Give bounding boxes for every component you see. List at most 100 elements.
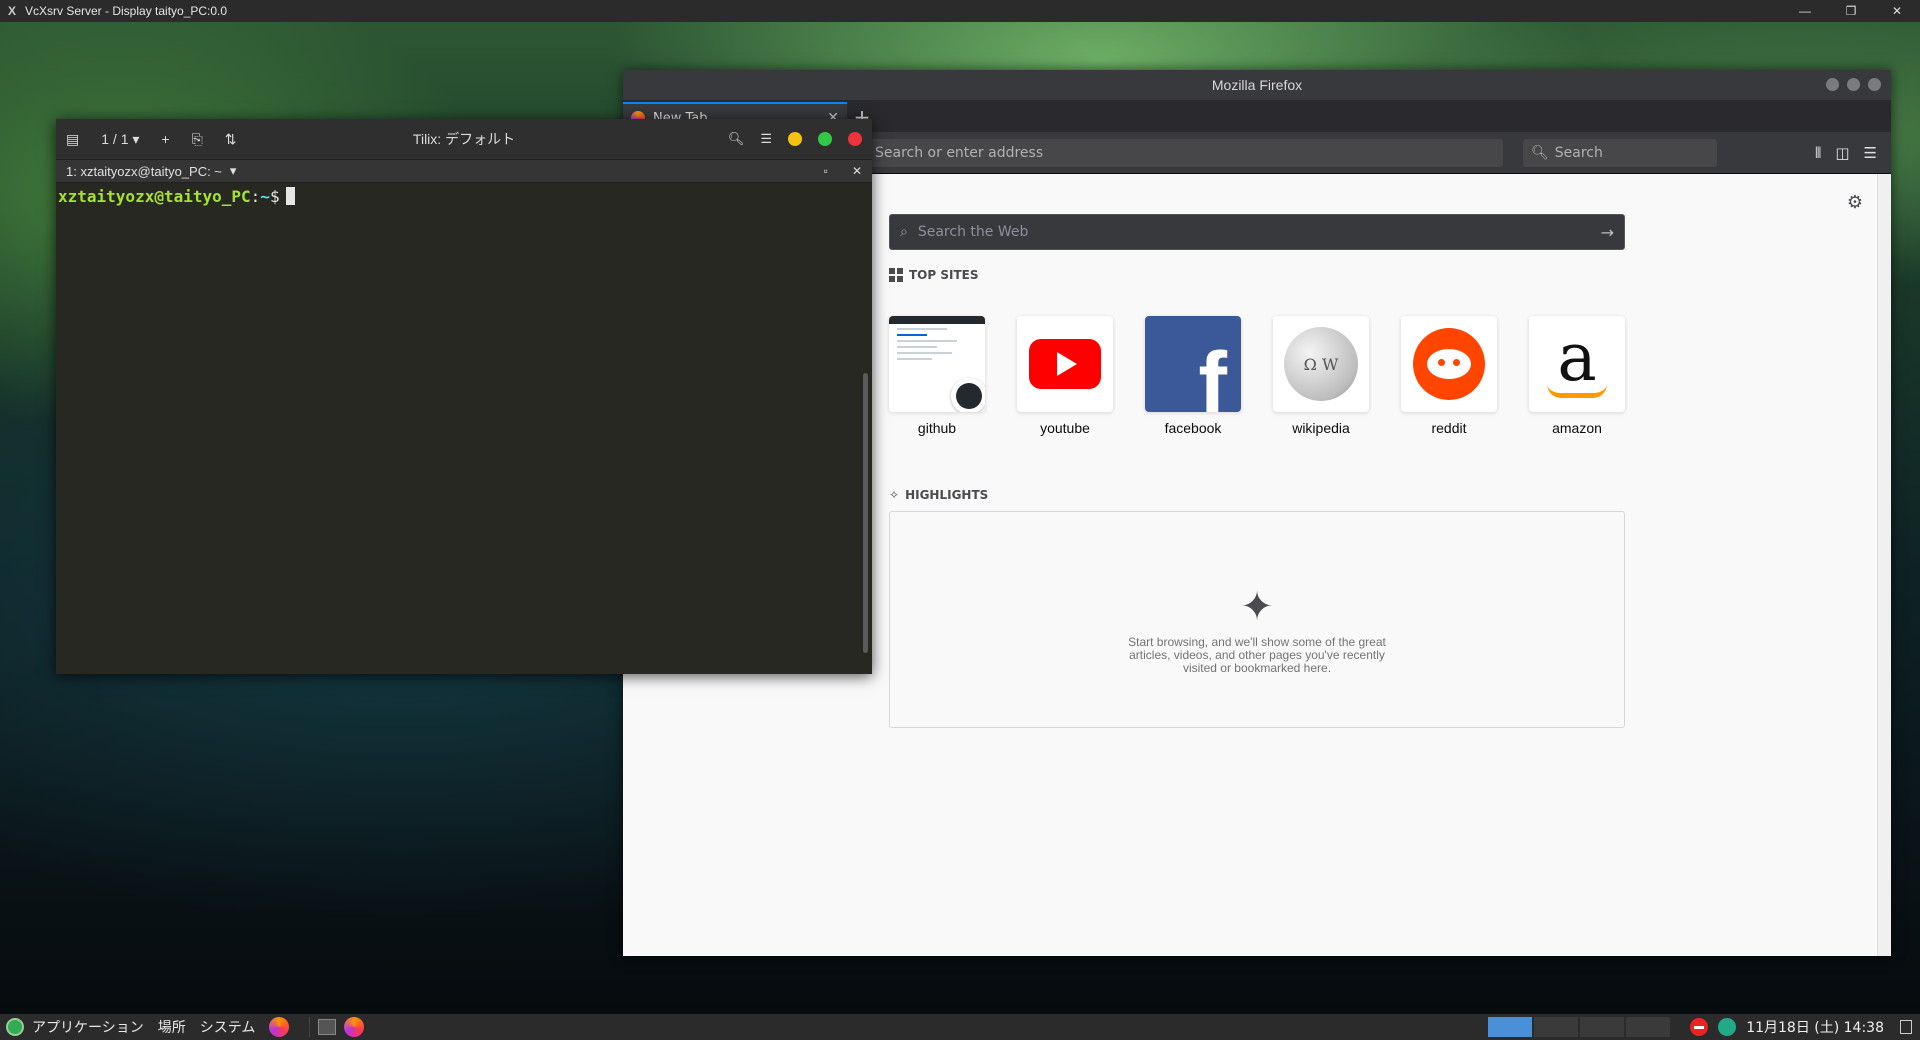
- url-bar-placeholder: Search or enter address: [875, 144, 1044, 161]
- prompt-separator: :: [250, 187, 261, 206]
- wikipedia-thumbnail[interactable]: Ω W: [1273, 316, 1369, 412]
- top-site-tile[interactable]: a amazon: [1529, 316, 1625, 436]
- github-thumbnail[interactable]: [889, 316, 985, 412]
- workspace-1[interactable]: [1488, 1017, 1533, 1037]
- top-site-tile[interactable]: reddit: [1401, 316, 1497, 436]
- search-icon: 🔍︎: [1531, 144, 1549, 161]
- reddit-logo-icon: [1413, 328, 1485, 400]
- prompt-path: ~: [260, 187, 270, 206]
- add-session-button[interactable]: +: [161, 131, 169, 147]
- minimize-button[interactable]: [788, 132, 802, 146]
- top-site-tile[interactable]: youtube: [1017, 316, 1113, 436]
- wikipedia-globe-icon: Ω W: [1284, 327, 1358, 401]
- maximize-button[interactable]: [818, 132, 832, 146]
- host-minimize-button[interactable]: —: [1782, 0, 1828, 22]
- top-site-label: youtube: [1040, 420, 1090, 436]
- places-menu[interactable]: 場所: [158, 1017, 186, 1037]
- x-logo-icon: X: [7, 4, 16, 18]
- youtube-thumbnail[interactable]: [1017, 316, 1113, 412]
- firefox-window-title: Mozilla Firefox: [1211, 77, 1303, 93]
- close-button[interactable]: [848, 132, 862, 146]
- firefox-minimize-button[interactable]: [1826, 78, 1839, 91]
- terminal-title: 1: xztaityozx@taityo_PC: ~: [66, 163, 222, 179]
- arrow-right-icon[interactable]: →: [1601, 223, 1614, 242]
- tilix-taskbar-icon[interactable]: [318, 1019, 337, 1035]
- host-close-button[interactable]: ✕: [1874, 0, 1920, 22]
- sidebar-toggle-icon[interactable]: ▤: [66, 131, 79, 148]
- tilix-headerbar[interactable]: ▤ 1 / 1 ▾ + ⎘ ⇅ Tilix: デフォルト 🔍︎ ☰: [56, 119, 872, 159]
- search-icon: ⌕: [900, 224, 908, 240]
- top-site-label: amazon: [1552, 420, 1602, 436]
- search-bar-placeholder: Search: [1554, 144, 1603, 161]
- terminal-area[interactable]: xztaityozx@taityo_PC:~$: [56, 183, 872, 674]
- highlights-heading: ✧ HIGHLIGHTS: [889, 488, 988, 502]
- no-entry-icon[interactable]: [1690, 1018, 1709, 1036]
- top-site-label: reddit: [1431, 420, 1467, 436]
- firefox-close-button[interactable]: [1868, 78, 1881, 91]
- firefox-maximize-button[interactable]: [1847, 78, 1860, 91]
- reddit-thumbnail[interactable]: [1401, 316, 1497, 412]
- maximize-terminal-icon[interactable]: ▫: [824, 164, 828, 178]
- sidebar-icon[interactable]: ◫: [1835, 144, 1849, 162]
- youtube-logo-icon: [1029, 339, 1101, 389]
- show-desktop-icon[interactable]: [1900, 1020, 1912, 1034]
- prompt-symbol: $: [269, 187, 280, 206]
- search-icon[interactable]: 🔍︎: [728, 131, 745, 147]
- prompt-user: xztaityozx@taityo_PC: [58, 187, 251, 206]
- gear-icon[interactable]: ⚙: [1847, 192, 1863, 213]
- workspace-3[interactable]: [1580, 1017, 1625, 1037]
- facebook-logo-icon[interactable]: f: [1145, 316, 1241, 412]
- sync-input-icon[interactable]: ⇅: [225, 131, 237, 148]
- amazon-logo-icon: a: [1557, 319, 1597, 396]
- top-site-label: wikipedia: [1292, 420, 1350, 436]
- mate-logo-icon[interactable]: [6, 1018, 24, 1036]
- top-site-tile[interactable]: github: [889, 316, 985, 436]
- github-logo-icon: [951, 378, 985, 412]
- firefox-taskbar-icon[interactable]: [344, 1017, 365, 1037]
- chevron-down-icon[interactable]: ▾: [230, 163, 237, 179]
- workspace-2[interactable]: [1534, 1017, 1579, 1037]
- top-sites-grid: github youtube f facebook Ω W wikipedia: [889, 316, 1625, 436]
- workspace-switcher[interactable]: [1488, 1017, 1671, 1037]
- session-switcher[interactable]: 1 / 1 ▾: [101, 131, 139, 148]
- top-site-label: github: [917, 420, 957, 436]
- firefox-titlebar[interactable]: Mozilla Firefox: [623, 70, 1891, 100]
- highlights-empty-state: ✦ Start browsing, and we'll show some of…: [889, 511, 1625, 728]
- system-menu[interactable]: システム: [200, 1017, 256, 1037]
- tilix-window: ▤ 1 / 1 ▾ + ⎘ ⇅ Tilix: デフォルト 🔍︎ ☰ 1: xzt…: [56, 119, 872, 674]
- highlights-title: HIGHLIGHTS: [905, 488, 989, 502]
- applications-menu[interactable]: アプリケーション: [32, 1017, 144, 1037]
- panel-clock[interactable]: 11月18日 (土) 14:38: [1746, 1017, 1884, 1037]
- sparkle-icon: ✦: [1240, 585, 1274, 629]
- hamburger-menu-icon[interactable]: ☰: [760, 131, 772, 147]
- terminal-cursor: [285, 187, 295, 205]
- close-terminal-icon[interactable]: ✕: [852, 164, 862, 178]
- web-search-input[interactable]: ⌕ Search the Web →: [889, 214, 1625, 250]
- workspace-4[interactable]: [1626, 1017, 1671, 1037]
- highlights-message: Start browsing, and we'll show some of t…: [1128, 635, 1386, 675]
- split-terminal-icon[interactable]: ⎘: [192, 131, 203, 148]
- bottom-panel: アプリケーション 場所 システム 11月18日 (土) 14:38: [0, 1014, 1920, 1040]
- network-icon[interactable]: [1718, 1018, 1737, 1036]
- url-bar[interactable]: Search or enter address: [867, 138, 1503, 167]
- grid-icon: [889, 268, 903, 282]
- top-sites-heading: TOP SITES: [889, 268, 979, 282]
- top-site-label: facebook: [1164, 420, 1222, 436]
- host-window-titlebar: X VcXsrv Server - Display taityo_PC:0.0 …: [0, 0, 1920, 22]
- top-site-tile[interactable]: Ω W wikipedia: [1273, 316, 1369, 436]
- host-window-title: VcXsrv Server - Display taityo_PC:0.0: [25, 4, 228, 18]
- top-sites-title: TOP SITES: [909, 268, 979, 282]
- web-search-placeholder: Search the Web: [917, 224, 1029, 240]
- amazon-thumbnail[interactable]: a: [1529, 316, 1625, 412]
- sparkle-icon: ✧: [889, 488, 900, 502]
- firefox-launcher-icon[interactable]: [269, 1017, 290, 1037]
- terminal-title-bar[interactable]: 1: xztaityozx@taityo_PC: ~ ▾ ▫ ✕: [56, 159, 872, 183]
- hamburger-menu-icon[interactable]: ☰: [1864, 144, 1877, 162]
- session-count: 1 / 1: [101, 130, 129, 147]
- library-icon[interactable]: ⫴: [1815, 144, 1821, 162]
- search-bar[interactable]: 🔍︎ Search: [1523, 138, 1717, 167]
- page-scrollbar[interactable]: [1877, 174, 1891, 956]
- top-site-tile[interactable]: f facebook: [1145, 316, 1241, 436]
- host-restore-button[interactable]: ❐: [1828, 0, 1874, 22]
- terminal-scrollbar[interactable]: [863, 373, 868, 653]
